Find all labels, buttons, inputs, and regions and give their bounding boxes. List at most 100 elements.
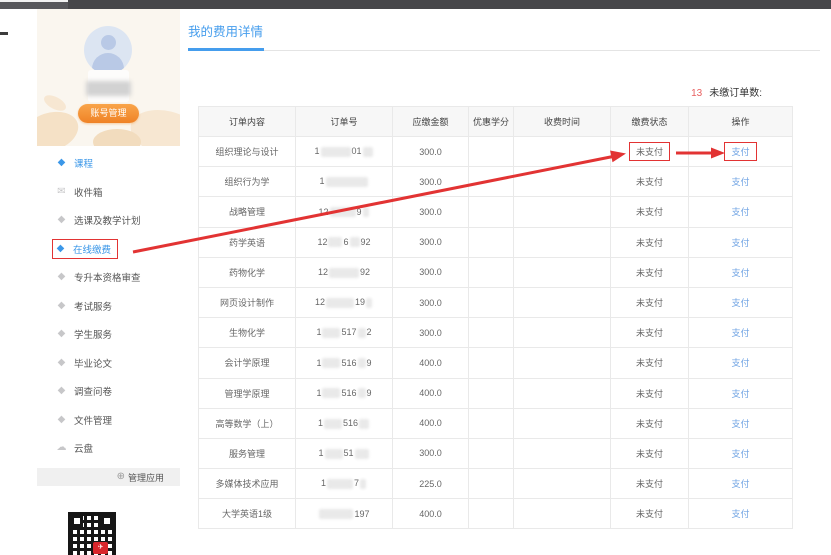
column-header-4: 收费时间 <box>513 106 611 137</box>
action-cell: 支付 <box>688 498 793 530</box>
order-number-cell: 1 517 2 <box>295 317 393 349</box>
discount-credit-cell <box>468 437 514 470</box>
amount-cell: 300.0 <box>392 317 469 349</box>
order-number-fragment: 1 <box>316 357 322 368</box>
order-number-redaction <box>357 328 366 339</box>
order-content-cell: 战略管理 <box>198 196 296 228</box>
gem-icon: ◆ <box>57 385 66 397</box>
charge-time-cell <box>513 377 611 409</box>
action-cell: 支付 <box>688 407 793 439</box>
discount-credit-cell <box>468 226 514 258</box>
order-number-fragment: 7 <box>354 478 360 489</box>
order-number-fragment: 92 <box>360 267 371 278</box>
discount-credit-cell <box>468 135 514 168</box>
order-number-fragment: 516 <box>341 357 357 368</box>
sidebar-item-10[interactable]: ☁ 云盘 <box>37 434 180 463</box>
payment-status: 未支付 <box>635 177 663 188</box>
pay-link[interactable]: 支付 <box>731 358 749 368</box>
charge-time-cell <box>513 135 611 168</box>
order-number-fragment: 12 <box>314 297 325 308</box>
action-cell: 支付 <box>688 377 793 409</box>
pay-link[interactable]: 支付 <box>731 328 749 338</box>
pay-link[interactable]: 支付 <box>731 389 749 399</box>
pay-link[interactable]: 支付 <box>731 207 749 217</box>
order-number-cell: 12 9 <box>295 196 393 228</box>
sidebar-item-0[interactable]: ◆ 课程 <box>37 149 180 178</box>
amount-cell: 300.0 <box>392 166 469 198</box>
sidebar-item-1[interactable]: ✉ 收件箱 <box>37 178 180 207</box>
order-number-redaction <box>324 448 343 459</box>
sidebar-item-6[interactable]: ◆ 学生服务 <box>37 320 180 349</box>
sidebar-item-label: 文件管理 <box>74 415 113 427</box>
pay-link[interactable]: 支付 <box>724 142 757 162</box>
gem-icon: ◆ <box>57 271 66 283</box>
payment-status: 未支付 <box>635 237 663 248</box>
amount-cell: 300.0 <box>392 437 469 470</box>
pay-link[interactable]: 支付 <box>731 238 749 248</box>
browser-tab[interactable] <box>0 0 68 9</box>
discount-credit-cell <box>468 317 514 349</box>
order-number-redaction <box>359 418 370 429</box>
gem-icon: ◆ <box>57 356 66 368</box>
sidebar-item-label: 在线缴费 <box>73 244 112 256</box>
unpaid-count-line: 13 未缴订单数: <box>560 84 762 99</box>
gem-icon: ◆ <box>56 242 65 254</box>
order-number-redaction <box>354 448 369 459</box>
column-header-6: 操作 <box>688 106 793 137</box>
order-number-cell: 1 516 9 <box>295 347 393 379</box>
table-row: 战略管理 12 9 300.0 未支付 支付 <box>198 196 793 228</box>
order-number-redaction <box>325 177 368 188</box>
status-cell: 未支付 <box>610 135 689 168</box>
sidebar-item-label: 课程 <box>74 159 94 171</box>
account-manage-button[interactable]: 账号管理 <box>78 104 139 123</box>
order-number-fragment: 2 <box>366 327 372 338</box>
pay-link[interactable]: 支付 <box>731 449 749 459</box>
amount-cell: 400.0 <box>392 407 469 439</box>
manage-apps-label: 管理应用 <box>127 472 164 483</box>
gem-icon: ◆ <box>57 214 66 226</box>
pay-link[interactable]: 支付 <box>731 177 749 187</box>
order-number-fragment: 1 <box>316 387 322 398</box>
action-cell: 支付 <box>688 256 793 288</box>
table-row: 高等数学（上） 1 516 400.0 未支付 支付 <box>198 407 793 439</box>
order-number-fragment: 516 <box>341 387 357 398</box>
column-header-1: 订单号 <box>295 106 393 137</box>
browser-topbar <box>0 0 831 9</box>
manage-apps-bar[interactable]: ⊕ 管理应用 <box>37 468 180 486</box>
order-number-redaction <box>323 418 342 429</box>
pay-link[interactable]: 支付 <box>731 298 749 308</box>
order-number-redaction <box>328 237 343 248</box>
pay-link[interactable]: 支付 <box>731 268 749 278</box>
order-number-fragment: 12 <box>317 236 328 247</box>
avatar-head <box>100 35 116 50</box>
sidebar-item-9[interactable]: ◆ 文件管理 <box>37 406 180 435</box>
plus-circle-icon: ⊕ <box>116 471 125 482</box>
amount-cell: 300.0 <box>392 286 469 319</box>
discount-credit-cell <box>468 468 514 500</box>
user-name-blurred <box>86 81 131 96</box>
sidebar-item-2[interactable]: ◆ 选课及教学计划 <box>37 206 180 235</box>
order-number-fragment: 1 <box>314 146 320 157</box>
pay-link[interactable]: 支付 <box>731 479 749 489</box>
action-cell: 支付 <box>688 196 793 228</box>
sidebar-item-5[interactable]: ◆ 考试服务 <box>37 292 180 321</box>
charge-time-cell <box>513 437 611 470</box>
page: 账号管理 ◆ 课程 ✉ 收件箱 ◆ 选课及教学计划 ◆ 在线缴费 ◆ 专升本资格审查 ◆ 考试服务 ◆ 学… <box>0 0 831 555</box>
qr-code: ✈ <box>68 512 116 555</box>
sidebar-item-4[interactable]: ◆ 专升本资格审查 <box>37 263 180 292</box>
amount-cell: 400.0 <box>392 498 469 530</box>
gem-icon: ◆ <box>57 413 66 425</box>
status-cell: 未支付 <box>610 166 689 198</box>
sidebar-item-8[interactable]: ◆ 调查问卷 <box>37 377 180 406</box>
pay-link[interactable]: 支付 <box>731 419 749 429</box>
pay-link[interactable]: 支付 <box>731 509 749 519</box>
order-number-fragment: 51 <box>343 448 354 459</box>
order-number-fragment: 9 <box>366 387 372 398</box>
sidebar-item-7[interactable]: ◆ 毕业论文 <box>37 349 180 378</box>
order-number-cell: 12 92 <box>295 256 393 288</box>
order-number-redaction <box>357 358 366 369</box>
amount-cell: 300.0 <box>392 196 469 228</box>
column-header-0: 订单内容 <box>198 106 296 137</box>
sidebar-item-3[interactable]: ◆ 在线缴费 <box>37 235 180 264</box>
fee-table: 订单内容 订单号 应缴金额 优惠学分 收费时间 缴费状态 操作 组织理论与设计 1 01 300.… <box>198 106 793 530</box>
